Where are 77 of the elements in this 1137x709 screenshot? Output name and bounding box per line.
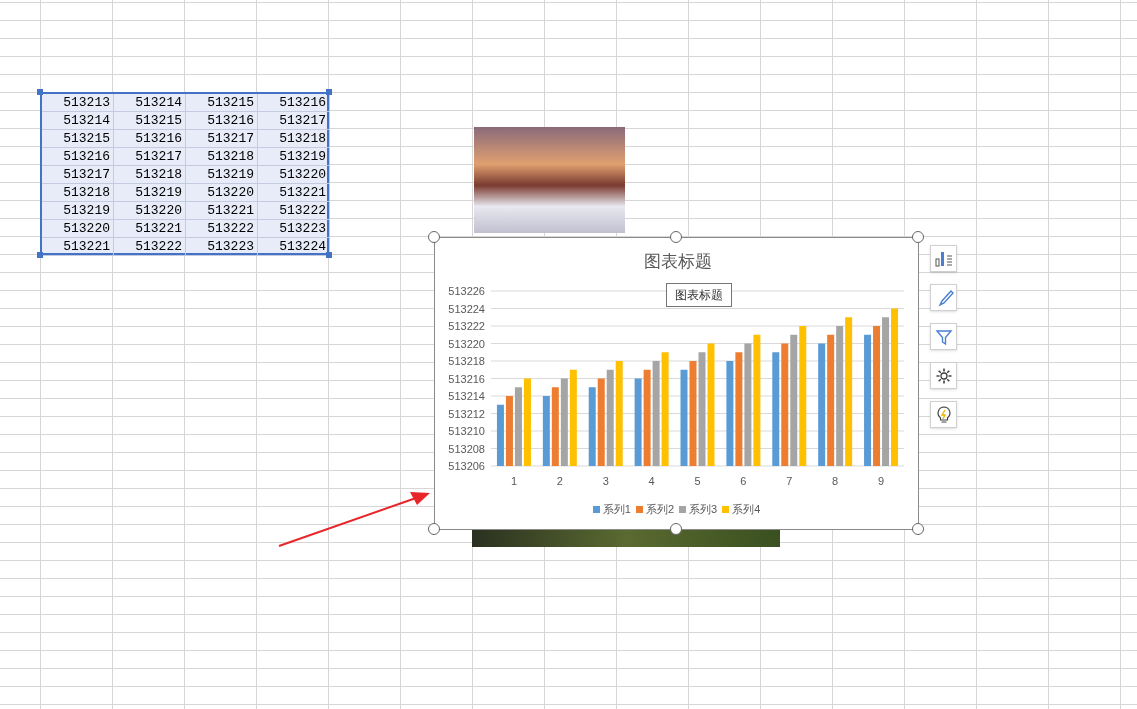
- table-cell: 513219: [258, 148, 330, 166]
- axis-label: 7: [786, 475, 793, 487]
- axis-label: 3: [602, 475, 609, 487]
- table-cell: 513218: [42, 184, 114, 202]
- chart-elements-button[interactable]: [930, 245, 957, 272]
- axis-label: 513212: [448, 407, 485, 420]
- table-cell: 513223: [258, 220, 330, 238]
- table-cell: 513217: [258, 112, 330, 130]
- table-cell: 513216: [42, 148, 114, 166]
- tooltip: 图表标题: [666, 283, 732, 307]
- table-cell: 513219: [186, 166, 258, 184]
- table-cell: 513217: [186, 130, 258, 148]
- table-cell: 513222: [186, 220, 258, 238]
- table-cell: 513222: [114, 238, 186, 256]
- resize-handle[interactable]: [670, 231, 682, 243]
- selection-handle[interactable]: [37, 252, 43, 258]
- table-cell: 513218: [114, 166, 186, 184]
- table-cell: 513220: [186, 184, 258, 202]
- table-cell: 513221: [258, 184, 330, 202]
- table-cell: 513220: [42, 220, 114, 238]
- table-cell: 513216: [114, 130, 186, 148]
- axis-label: 513224: [448, 302, 485, 315]
- table-cell: 513222: [258, 202, 330, 220]
- table-cell: 513221: [186, 202, 258, 220]
- axis-label: 513226: [448, 285, 485, 297]
- axis-label: 513208: [448, 442, 485, 455]
- table-cell: 513221: [42, 238, 114, 256]
- table-cell: 513219: [114, 184, 186, 202]
- brush-button[interactable]: [930, 284, 957, 311]
- table-cell: 513218: [186, 148, 258, 166]
- axis-label: 513214: [448, 390, 485, 402]
- axis-label: 2: [556, 475, 563, 487]
- legend-label: 系列4: [732, 502, 761, 517]
- table-cell: 513220: [114, 202, 186, 220]
- table-cell: 513219: [42, 202, 114, 220]
- chart-title[interactable]: 图表标题: [644, 252, 712, 271]
- table-cell: 513223: [186, 238, 258, 256]
- lightbulb-button[interactable]: [930, 401, 957, 428]
- axis-label: 513206: [448, 460, 485, 472]
- selected-range[interactable]: [40, 92, 329, 255]
- axis-label: 8: [832, 475, 839, 487]
- resize-handle[interactable]: [912, 523, 924, 535]
- table-cell: 513213: [42, 94, 114, 112]
- table-cell: 513215: [42, 130, 114, 148]
- resize-handle[interactable]: [428, 231, 440, 243]
- table-cell: 513221: [114, 220, 186, 238]
- table-cell: 513217: [42, 166, 114, 184]
- table-cell: 513220: [258, 166, 330, 184]
- axis-label: 513222: [448, 320, 485, 332]
- table-cell: 513216: [258, 94, 330, 112]
- table-cell: 513215: [186, 94, 258, 112]
- axis-label: 9: [878, 475, 885, 487]
- axis-label: 513216: [448, 372, 485, 385]
- axis-label: 1: [510, 475, 517, 487]
- axis-label: 6: [740, 475, 747, 487]
- selection-handle[interactable]: [37, 89, 43, 95]
- axis-label: 5: [694, 475, 701, 487]
- table-cell: 513217: [114, 148, 186, 166]
- selection-handle[interactable]: [326, 89, 332, 95]
- selection-handle[interactable]: [326, 252, 332, 258]
- axis-label: 4: [648, 475, 655, 487]
- legend-label: 系列2: [645, 502, 674, 517]
- resize-handle[interactable]: [912, 231, 924, 243]
- table-cell: 513215: [114, 112, 186, 130]
- legend-label: 系列1: [602, 502, 631, 517]
- resize-handle[interactable]: [428, 523, 440, 535]
- legend-label: 系列3: [689, 502, 718, 517]
- axis-label: 513220: [448, 337, 485, 350]
- axis-label: 513210: [448, 425, 485, 437]
- table-cell: 513216: [186, 112, 258, 130]
- settings-button[interactable]: [930, 362, 957, 389]
- table-cell: 513214: [42, 112, 114, 130]
- table-cell: 513214: [114, 94, 186, 112]
- axis-label: 513218: [448, 355, 485, 367]
- table-cell: 513218: [258, 130, 330, 148]
- chart-card[interactable]: 图表标题 513206 513208 513210 513212 513214 513216 513218 513220 513222 513224 513226 1 2 3 4 5 6 7 8 9 系列1 系列2 系列3 系列4 图表标题: [434, 237, 919, 530]
- filter-button[interactable]: [930, 323, 957, 350]
